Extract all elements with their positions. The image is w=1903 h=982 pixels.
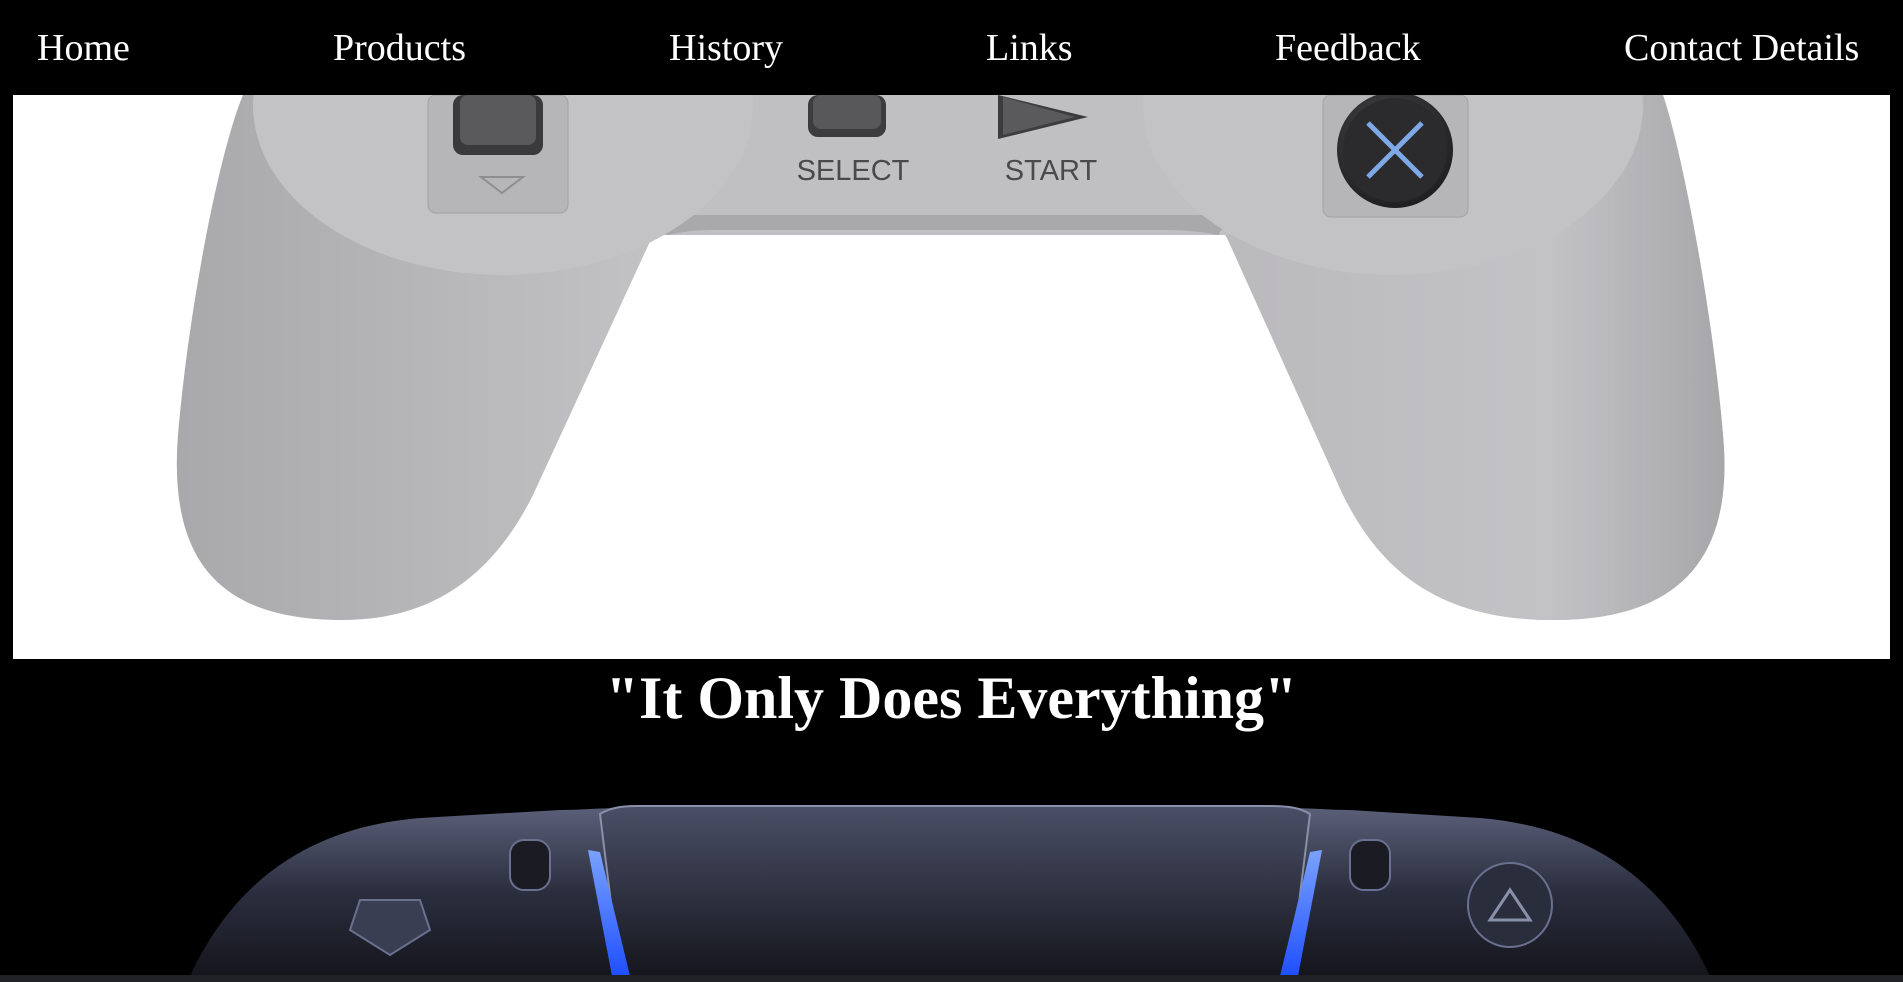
start-label: START [1005, 155, 1098, 187]
tagline: "It Only Does Everything" [605, 665, 1298, 731]
nav-link-links[interactable]: Links [986, 24, 1073, 72]
taskbar-edge [0, 975, 1903, 982]
hero-image: SELECT START [13, 95, 1890, 659]
nav-bar: Home Products History Links Feedback Con… [0, 0, 1903, 95]
nav-link-products[interactable]: Products [333, 24, 466, 72]
select-label: SELECT [797, 155, 910, 187]
ps1-controller-image: SELECT START [176, 95, 1725, 620]
nav-link-home[interactable]: Home [37, 24, 130, 72]
nav-link-history[interactable]: History [669, 24, 783, 72]
ps5-controller-image [190, 805, 1710, 976]
nav-link-contact-details[interactable]: Contact Details [1624, 24, 1859, 72]
secondary-image [0, 780, 1903, 976]
nav-link-feedback[interactable]: Feedback [1275, 24, 1421, 72]
